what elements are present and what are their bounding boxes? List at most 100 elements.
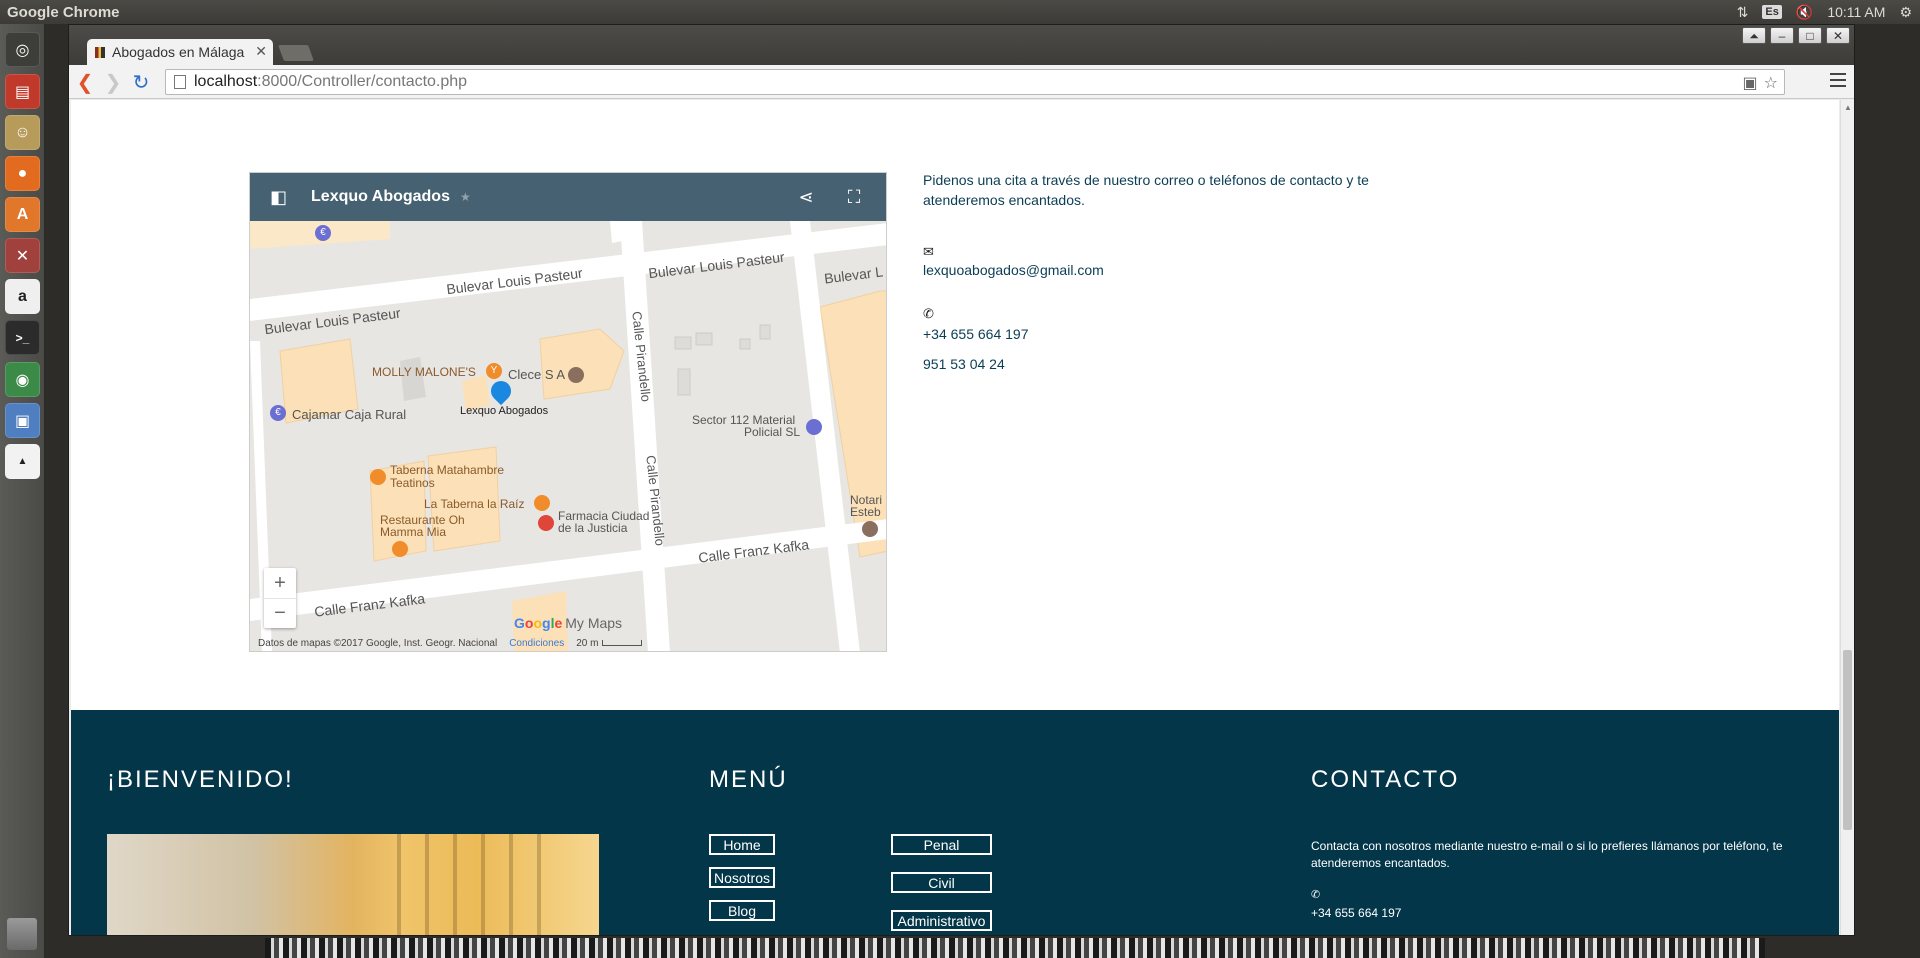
footer-link-administrativo[interactable]: Administrativo [891,910,992,931]
forward-button[interactable]: ❯ [101,70,125,94]
window-controls: ⏶ – □ ✕ [1742,27,1850,44]
scrollbar-thumb[interactable] [1843,650,1852,830]
back-button[interactable]: ❮ [73,70,97,94]
poi-label: Clece S A [508,367,566,382]
contact-phone-1[interactable]: +34 655 664 197 [923,326,1373,342]
pharmacy-icon[interactable] [538,515,554,531]
star-icon[interactable]: ★ [460,190,471,204]
active-app-name: Google Chrome [7,3,120,21]
footer-link-blog[interactable]: Blog [709,900,775,921]
reload-icon[interactable]: ↻ [129,70,153,94]
footer-link-nosotros[interactable]: Nosotros [709,867,775,888]
os-top-bar: Google Chrome ⇅ Es 🔇 10:11 AM ⚙ [0,0,1920,24]
amazon-icon[interactable]: a [5,279,40,314]
photo-detail [397,834,401,935]
poi-label: La Taberna la Raíz [424,497,525,511]
scale-value: 20 m [576,638,599,649]
poi-label: Cajamar Caja Rural [292,407,407,422]
map-zoom-control: + − [264,568,296,628]
map-data-credit: Datos de mapas ©2017 Google, Inst. Geogr… [258,638,498,649]
poi-dot-icon[interactable]: € [315,225,331,241]
user-icon[interactable]: ⏶ [1742,27,1766,44]
close-window-button[interactable]: ✕ [1826,27,1850,44]
star-icon[interactable]: ☆ [1764,73,1778,93]
poi-label: Teatinos [390,476,435,490]
scale-bar [602,640,643,646]
tab-close-icon[interactable]: ✕ [255,43,267,60]
zoom-in-button[interactable]: + [264,568,296,598]
site-footer: ¡BIENVENIDO! MENÚ CONTACTO Home Nosotros… [71,710,1839,935]
bar-icon[interactable]: Y [486,363,502,379]
share-icon[interactable]: ⋖ [796,187,816,207]
vertical-scrollbar[interactable]: ▲ [1840,100,1854,935]
photo-detail [537,834,541,935]
files-icon[interactable]: ▤ [5,74,40,109]
poi-dot-icon[interactable]: € [270,405,286,421]
footer-contact-text: Contacta con nosotros mediante nuestro e… [1311,839,1783,870]
clock[interactable]: 10:11 AM [1827,4,1885,20]
footer-link-penal[interactable]: Penal [891,834,992,855]
chrome-menu-icon[interactable] [1830,73,1846,89]
tab-abogados[interactable]: Abogados en Málaga ✕ [87,39,273,65]
settings-icon[interactable]: ✕ [5,238,40,273]
poi-dot-icon[interactable] [568,367,584,383]
poi-dot-icon[interactable] [862,521,878,537]
translate-icon[interactable]: ▣ [1743,73,1758,93]
poi-label: Mamma Mia [380,525,447,539]
dash-home-icon[interactable]: ◎ [5,32,40,67]
trash-icon[interactable] [7,918,37,950]
map-attribution: Datos de mapas ©2017 Google, Inst. Geogr… [250,636,886,651]
url-path: :8000/Controller/contacto.php [257,73,468,90]
network-icon[interactable]: ⇅ [1737,4,1749,21]
scale-label: 20 m [576,638,643,649]
page-viewport: ◧ Lexquo Abogados ★ ⋖ ⛶ Bulevar Louis Pa… [71,100,1839,935]
terms-link[interactable]: Condiciones [509,638,564,649]
software-center-icon[interactable]: A [5,197,40,232]
volume-icon[interactable]: 🔇 [1796,4,1813,21]
tab-title: Abogados en Málaga [112,44,245,60]
footer-link-home[interactable]: Home [709,834,775,855]
phone-icon: ✆ [1311,889,1321,901]
scroll-up-icon[interactable]: ▲ [1844,103,1852,112]
office-photo [107,834,599,935]
zoom-out-button[interactable]: − [264,598,296,628]
restaurant-icon[interactable] [534,495,550,511]
logo-suffix: My Maps [565,615,623,631]
map-embed[interactable]: ◧ Lexquo Abogados ★ ⋖ ⛶ Bulevar Louis Pa… [249,172,887,652]
browser-window: Abogados en Málaga ✕ ⏶ – □ ✕ ❮ ❯ ↻ local… [68,24,1855,936]
contact-phone-2[interactable]: 951 53 04 24 [923,356,1373,372]
firefox-icon[interactable]: ● [5,156,40,191]
restaurant-icon[interactable] [370,469,386,485]
poi-label: Taberna Matahambre [390,463,505,477]
map-title: Lexquo Abogados [311,188,450,205]
address-bar[interactable]: localhost:8000/Controller/contacto.php ▣… [165,69,1785,95]
photo-detail [453,834,457,935]
poi-label: Lexquo Abogados [460,405,549,417]
poi-label: Esteb [850,505,881,519]
gear-icon[interactable]: ⚙ [1899,4,1912,21]
keyboard-layout-indicator[interactable]: Es [1762,5,1782,19]
footer-link-civil[interactable]: Civil [891,872,992,893]
terminal-icon[interactable]: >_ [5,320,40,355]
virtualbox-icon[interactable]: ▣ [5,403,40,438]
sidebar-toggle-icon[interactable]: ◧ [270,187,287,208]
pixel-app-icon[interactable]: ▲ [5,444,40,479]
poi-label: de la Justicia [558,521,628,535]
new-tab-button[interactable] [278,45,314,61]
fullscreen-icon[interactable]: ⛶ [844,187,864,207]
contact-email[interactable]: lexquoabogados@gmail.com [923,262,1373,278]
chrome-icon[interactable]: ◉ [5,362,40,397]
maximize-button[interactable]: □ [1798,27,1822,44]
envelope-icon: ✉ [923,244,934,259]
contact-info: Pidenos una cita a través de nuestro cor… [923,170,1373,372]
contact-intro: Pidenos una cita a través de nuestro cor… [923,172,1369,208]
gimp-icon[interactable]: ☺ [5,115,40,150]
browser-toolbar: ❮ ❯ ↻ localhost:8000/Controller/contacto… [69,65,1854,99]
minimize-button[interactable]: – [1770,27,1794,44]
restaurant-icon[interactable] [392,541,408,557]
menu-heading: MENÚ [709,766,788,793]
contact-heading: CONTACTO [1311,766,1460,793]
footer-phone[interactable]: +34 655 664 197 [1311,906,1401,920]
favicon-icon [95,46,105,58]
poi-dot-icon[interactable] [806,419,822,435]
